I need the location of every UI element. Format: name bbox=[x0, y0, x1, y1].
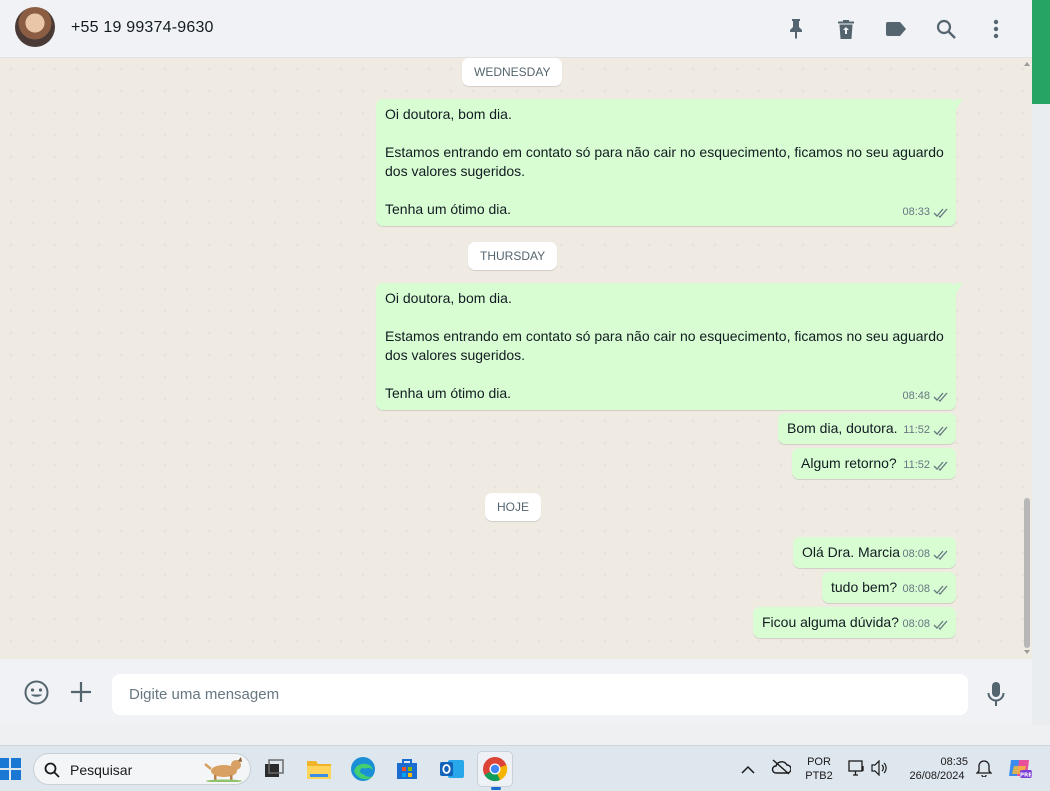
message-meta: 08:48 bbox=[902, 387, 949, 406]
windows-start-icon[interactable] bbox=[0, 751, 28, 787]
edge-icon[interactable] bbox=[345, 751, 381, 787]
delete-icon[interactable] bbox=[833, 16, 859, 42]
cloud-offline-icon[interactable] bbox=[771, 759, 792, 780]
message-meta: 08:08 bbox=[902, 580, 949, 599]
day-divider-today: HOJE bbox=[485, 493, 542, 521]
message-meta: 08:08 bbox=[902, 615, 949, 634]
clock-time: 08:35 bbox=[940, 756, 968, 768]
scroll-down-arrow-icon[interactable] bbox=[1024, 650, 1030, 654]
message-bubble[interactable]: Algum retorno? 11:52 bbox=[792, 448, 956, 479]
read-ticks-icon bbox=[933, 461, 948, 471]
message-meta: 11:52 bbox=[903, 456, 949, 475]
message-time: 08:08 bbox=[902, 583, 930, 595]
window-edge bbox=[1032, 0, 1050, 725]
read-ticks-icon bbox=[933, 620, 948, 630]
search-icon[interactable] bbox=[933, 16, 959, 42]
outlook-icon[interactable] bbox=[434, 751, 470, 787]
message-meta: 08:33 bbox=[902, 203, 949, 222]
language-code: POR bbox=[807, 756, 831, 768]
chrome-icon[interactable] bbox=[477, 751, 513, 790]
message-meta: 11:52 bbox=[903, 421, 949, 440]
clock-date: 26/08/2024 bbox=[909, 770, 965, 782]
network-icon[interactable] bbox=[848, 760, 866, 781]
clock[interactable]: 08:35 26/08/2024 bbox=[900, 755, 974, 783]
contact-avatar[interactable] bbox=[15, 7, 55, 47]
chat-header: +55 19 99374-9630 bbox=[0, 0, 1032, 58]
scroll-up-arrow-icon[interactable] bbox=[1024, 62, 1030, 66]
message-bubble[interactable]: tudo bem? 08:08 bbox=[822, 572, 956, 603]
message-time: 08:08 bbox=[902, 618, 930, 630]
message-time: 11:52 bbox=[903, 459, 930, 471]
pin-icon[interactable] bbox=[783, 16, 809, 42]
message-text: Oi doutora, bom dia. Estamos entrando em… bbox=[385, 106, 944, 217]
input-language[interactable]: POR PTB2 bbox=[802, 755, 836, 783]
message-list[interactable]: WEDNESDAY Oi doutora, bom dia. Estamos e… bbox=[0, 58, 1032, 659]
microphone-icon[interactable] bbox=[987, 682, 1005, 711]
read-ticks-icon bbox=[933, 585, 948, 595]
menu-icon[interactable] bbox=[983, 16, 1009, 42]
attach-plus-icon[interactable] bbox=[70, 681, 92, 708]
chat-scrollbar[interactable] bbox=[1022, 58, 1032, 659]
label-icon[interactable] bbox=[883, 16, 909, 42]
store-icon[interactable] bbox=[389, 751, 425, 787]
scroll-thumb[interactable] bbox=[1024, 498, 1030, 648]
copilot-icon[interactable]: PRE bbox=[1007, 756, 1033, 785]
task-view-icon[interactable] bbox=[256, 751, 292, 787]
window-bottom-strip bbox=[0, 725, 1050, 745]
day-divider-wednesday: WEDNESDAY bbox=[462, 58, 563, 86]
message-bubble[interactable]: Oi doutora, bom dia. Estamos entrando em… bbox=[376, 283, 963, 410]
message-bubble[interactable]: Oi doutora, bom dia. Estamos entrando em… bbox=[376, 99, 963, 226]
read-ticks-icon bbox=[933, 392, 948, 402]
message-meta: 08:08 bbox=[902, 545, 949, 564]
message-time: 11:52 bbox=[903, 424, 930, 436]
message-time: 08:08 bbox=[902, 548, 930, 560]
message-text: Oi doutora, bom dia. Estamos entrando em… bbox=[385, 290, 944, 401]
composer bbox=[0, 659, 1032, 725]
notification-bell-icon[interactable] bbox=[975, 759, 993, 782]
keyboard-layout: PTB2 bbox=[805, 770, 833, 782]
read-ticks-icon bbox=[933, 550, 948, 560]
chevron-up-icon[interactable] bbox=[741, 762, 755, 780]
search-icon bbox=[44, 762, 60, 778]
dog-illustration-icon bbox=[204, 757, 242, 782]
message-time: 08:33 bbox=[902, 206, 930, 218]
read-ticks-icon bbox=[933, 208, 948, 218]
message-bubble[interactable]: Bom dia, doutora. 11:52 bbox=[778, 413, 956, 444]
message-bubble[interactable]: Olá Dra. Marcia 08:08 bbox=[793, 537, 956, 568]
message-input[interactable] bbox=[112, 674, 968, 715]
file-explorer-icon[interactable] bbox=[301, 751, 337, 787]
taskbar-search[interactable]: Pesquisar bbox=[33, 753, 251, 785]
svg-text:PRE: PRE bbox=[1020, 773, 1032, 779]
taskbar: Pesquisar POR PTB2 08:35 26/08/2024 PRE bbox=[0, 745, 1050, 791]
day-divider-thursday: THURSDAY bbox=[468, 242, 558, 270]
volume-icon[interactable] bbox=[871, 759, 889, 781]
emoji-icon[interactable] bbox=[24, 680, 49, 710]
read-ticks-icon bbox=[933, 426, 948, 436]
active-app-indicator bbox=[491, 787, 501, 790]
contact-name[interactable]: +55 19 99374-9630 bbox=[71, 19, 214, 37]
message-bubble[interactable]: Ficou alguma dúvida? 08:08 bbox=[753, 607, 956, 638]
search-placeholder: Pesquisar bbox=[70, 762, 133, 778]
accent-bar bbox=[1032, 0, 1050, 104]
whatsapp-window: +55 19 99374-9630 WEDNESDAY Oi doutora, … bbox=[0, 0, 1032, 725]
message-time: 08:48 bbox=[902, 390, 930, 402]
